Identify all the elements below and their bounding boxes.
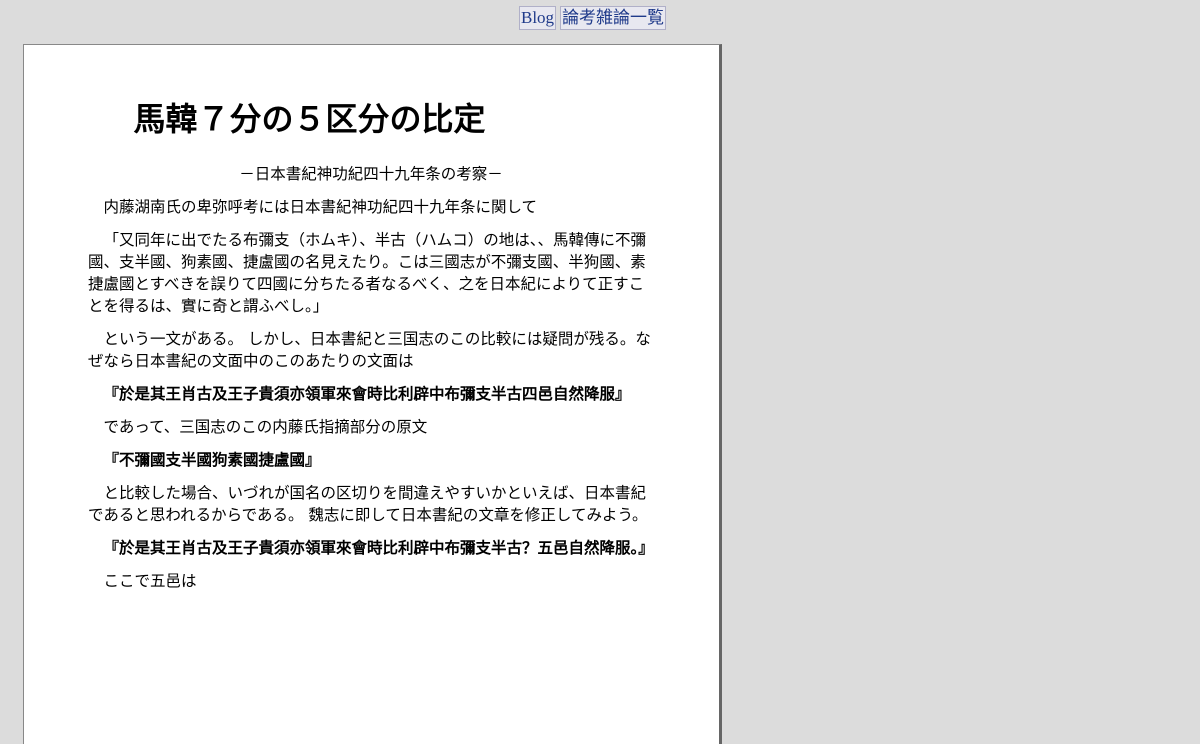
paragraph-comparison: と比較した場合、いづれが国名の区切りを間違えやすいかといえば、日本書紀であると思… xyxy=(88,484,648,524)
top-navigation: Blog 論考雑論一覧 xyxy=(519,6,667,30)
paragraph-naito-quote: 「又同年に出でたる布彌支（ホムキ）、半古（ハムコ）の地は、、馬韓傳に不彌國、支半… xyxy=(88,231,647,315)
article-subtitle: －日本書紀神功紀四十九年条の考察－ xyxy=(239,165,503,183)
paragraph-sangokushi: であって、三国志のこの内藤氏指摘部分の原文 xyxy=(103,418,428,436)
article-title: 馬韓７分の５区分の比定 xyxy=(133,100,486,138)
blog-link[interactable]: Blog xyxy=(519,6,557,30)
article-body: 内藤湖南氏の卑弥呼考には日本書紀神功紀四十九年条に関して 「又同年に出でたる布彌… xyxy=(88,196,654,603)
article-page: 馬韓７分の５区分の比定 －日本書紀神功紀四十九年条の考察－ 内藤湖南氏の卑弥呼考… xyxy=(23,44,722,744)
ronko-list-link[interactable]: 論考雑論一覧 xyxy=(560,6,667,30)
paragraph-doubt: という一文がある。 しかし、日本書紀と三国志のこの比較には疑問が残る。なぜなら日… xyxy=(88,330,651,370)
paragraph-intro: 内藤湖南氏の卑弥呼考には日本書紀神功紀四十九年条に関して xyxy=(103,198,538,216)
paragraph-five-towns: ここで五邑は xyxy=(103,572,197,590)
quote-corrected: 『於是其王肖古及王子貴須亦領軍來會時比利辟中布彌支半古？五邑自然降服。』 xyxy=(103,539,654,557)
quote-nihonshoki: 『於是其王肖古及王子貴須亦領軍來會時比利辟中布彌支半古四邑自然降服』 xyxy=(103,385,631,403)
quote-sangokushi: 『不彌國支半國狗素國捷盧國』 xyxy=(103,451,321,469)
